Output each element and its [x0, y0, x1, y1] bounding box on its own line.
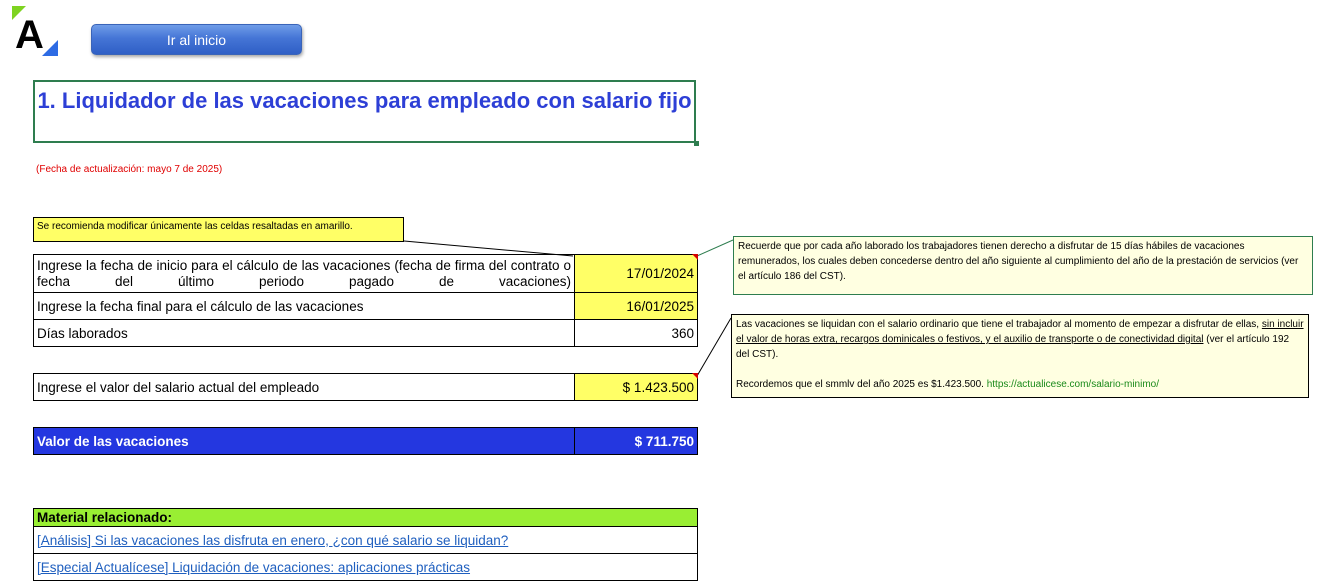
end-date-label: Ingrese la fecha final para el cálculo d…	[33, 292, 575, 320]
date-comment-connector	[696, 239, 734, 257]
salary-label: Ingrese el valor del salario actual del …	[33, 373, 575, 401]
home-button[interactable]: Ir al inicio	[91, 24, 302, 55]
comment-indicator	[692, 254, 698, 260]
cell-selection-handle	[694, 141, 699, 146]
page-title: 1. Liquidador de las vacaciones para emp…	[33, 80, 696, 143]
vacation-value-label: Valor de las vacaciones	[33, 427, 575, 455]
comment-indicator	[692, 373, 698, 379]
salary-input[interactable]: $ 1.423.500	[574, 373, 698, 401]
days-worked-label: Días laborados	[33, 319, 575, 347]
start-date-label: Ingrese la fecha de inicio para el cálcu…	[33, 254, 575, 293]
recommendation-note: Se recomienda modificar únicamente las c…	[33, 217, 404, 242]
smmlv-text: Recordemos que el smmlv del año 2025 es …	[736, 379, 987, 390]
salary-comment-intro: Las vacaciones se liquidan con el salari…	[736, 319, 1262, 330]
related-link-row: [Análisis] Si las vacaciones las disfrut…	[33, 526, 698, 554]
vacation-value-result: $ 711.750	[574, 427, 698, 455]
vacation-days-comment: Recuerde que por cada año laborado los t…	[733, 236, 1313, 295]
start-date-input[interactable]: 17/01/2024	[574, 254, 698, 293]
smmlv-link[interactable]: https://actualicese.com/salario-minimo/	[987, 379, 1159, 390]
actualicese-logo: A	[12, 6, 62, 58]
svg-text:A: A	[15, 13, 44, 57]
related-link-row: [Especial Actualícese] Liquidación de va…	[33, 553, 698, 581]
related-link-special[interactable]: [Especial Actualícese] Liquidación de va…	[37, 560, 470, 575]
update-date-note: (Fecha de actualización: mayo 7 de 2025)	[36, 164, 223, 175]
days-worked-value: 360	[574, 319, 698, 347]
related-material-header: Material relacionado:	[33, 508, 698, 527]
salary-comment: Las vacaciones se liquidan con el salari…	[731, 314, 1309, 398]
end-date-input[interactable]: 16/01/2025	[574, 292, 698, 320]
related-link-analysis[interactable]: [Análisis] Si las vacaciones las disfrut…	[37, 533, 508, 548]
salary-comment-connector	[696, 317, 732, 377]
